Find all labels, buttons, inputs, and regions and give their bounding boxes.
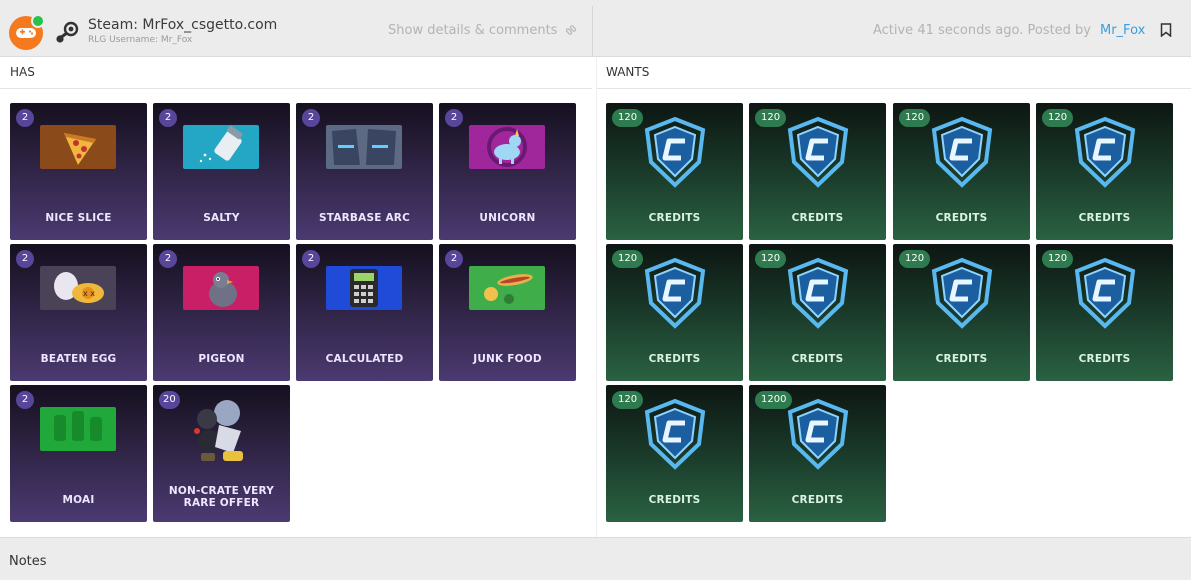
credits-shield-icon bbox=[644, 116, 706, 188]
item-card-credits[interactable]: 120 CREDITS bbox=[749, 103, 886, 240]
item-card-credits[interactable]: 120 CREDITS bbox=[606, 103, 743, 240]
item-card-credits[interactable]: 120 CREDITS bbox=[749, 244, 886, 381]
item-name: JUNK FOOD bbox=[473, 353, 542, 365]
credits-shield-icon bbox=[644, 398, 706, 470]
bookmark-icon[interactable] bbox=[1160, 23, 1172, 37]
wants-heading: WANTS bbox=[596, 59, 1191, 89]
item-name: UNICORN bbox=[479, 212, 536, 224]
item-name: SALTY bbox=[203, 212, 240, 224]
item-name: BEATEN EGG bbox=[40, 353, 117, 365]
item-name: CREDITS bbox=[648, 353, 701, 365]
controller-icon bbox=[16, 28, 36, 38]
credits-shield-icon bbox=[787, 116, 849, 188]
link-icon bbox=[566, 24, 577, 35]
item-name: MOAI bbox=[62, 494, 95, 506]
quantity-badge: 2 bbox=[16, 391, 34, 409]
item-name: CREDITS bbox=[791, 494, 844, 506]
item-card-pigeon[interactable]: 2 PIGEON bbox=[153, 244, 290, 381]
item-bundle-icon bbox=[194, 400, 243, 461]
column-divider bbox=[596, 57, 597, 537]
item-card-calculated[interactable]: 2 CALCULATED bbox=[296, 244, 433, 381]
item-name: CREDITS bbox=[648, 212, 701, 224]
item-name: NICE SLICE bbox=[45, 212, 112, 224]
item-name: NON-CRATE VERY RARE OFFER bbox=[168, 485, 275, 509]
user-avatar[interactable] bbox=[9, 14, 45, 50]
item-name: CREDITS bbox=[1078, 212, 1131, 224]
credits-shield-icon bbox=[787, 398, 849, 470]
item-card-moai[interactable]: 2 MOAI bbox=[10, 385, 147, 522]
quantity-badge: 2 bbox=[16, 109, 34, 127]
calculator-icon bbox=[326, 266, 402, 310]
item-card-credits[interactable]: 120 CREDITS bbox=[893, 244, 1030, 381]
salt-shaker-icon bbox=[183, 125, 259, 169]
pigeon-icon bbox=[183, 266, 259, 310]
item-card-credits[interactable]: 120 CREDITS bbox=[606, 385, 743, 522]
item-card-credits[interactable]: 120 CREDITS bbox=[893, 103, 1030, 240]
quantity-badge: 2 bbox=[445, 109, 463, 127]
item-card-starbase-arc[interactable]: 2 STARBASE ARC bbox=[296, 103, 433, 240]
quantity-badge: 2 bbox=[302, 109, 320, 127]
credits-shield-icon bbox=[644, 257, 706, 329]
item-card-credits[interactable]: 120 CREDITS bbox=[1036, 244, 1173, 381]
item-card-beaten-egg[interactable]: 2 x x BEATEN EGG bbox=[10, 244, 147, 381]
item-card-credits[interactable]: 120 CREDITS bbox=[606, 244, 743, 381]
show-details-link[interactable]: Show details & comments bbox=[388, 23, 577, 38]
quantity-badge: 2 bbox=[16, 250, 34, 268]
quantity-badge: 2 bbox=[302, 250, 320, 268]
unicorn-icon bbox=[469, 125, 545, 169]
moai-icon bbox=[40, 407, 116, 451]
steam-icon bbox=[56, 21, 79, 43]
trade-header: Steam: MrFox_csgetto.com RLG Username: M… bbox=[0, 0, 1191, 57]
beaten-egg-icon: x x bbox=[40, 266, 116, 310]
item-card-junk-food[interactable]: 2 JUNK FOOD bbox=[439, 244, 576, 381]
item-card-non-crate-very-rare-offer[interactable]: 20 NON-CRATE VERY RARE OFFER bbox=[153, 385, 290, 522]
item-name: CREDITS bbox=[1078, 353, 1131, 365]
item-card-credits[interactable]: 120 CREDITS bbox=[1036, 103, 1173, 240]
show-details-label: Show details & comments bbox=[388, 23, 558, 38]
item-name: CALCULATED bbox=[325, 353, 404, 365]
quantity-badge: 20 bbox=[159, 391, 180, 409]
item-name: CREDITS bbox=[791, 353, 844, 365]
item-name: PIGEON bbox=[198, 353, 245, 365]
pizza-slice-icon bbox=[40, 125, 116, 169]
rlg-username: RLG Username: Mr_Fox bbox=[88, 35, 193, 45]
notes-bar[interactable]: Notes bbox=[0, 537, 1191, 580]
quantity-badge: 2 bbox=[445, 250, 463, 268]
item-card-credits[interactable]: 1200 CREDITS bbox=[749, 385, 886, 522]
has-heading: HAS bbox=[0, 59, 592, 89]
credits-shield-icon bbox=[787, 257, 849, 329]
poster-link[interactable]: Mr_Fox bbox=[1100, 23, 1145, 38]
starbase-icon bbox=[326, 125, 402, 169]
svg-text:x x: x x bbox=[83, 289, 95, 298]
item-name: CREDITS bbox=[648, 494, 701, 506]
notes-label: Notes bbox=[9, 554, 47, 569]
activity-status: Active 41 seconds ago. Posted by bbox=[872, 23, 1091, 38]
item-name: CREDITS bbox=[935, 212, 988, 224]
credits-shield-icon bbox=[1074, 116, 1136, 188]
user-title[interactable]: Steam: MrFox_csgetto.com bbox=[88, 17, 277, 33]
item-card-salty[interactable]: 2 SALTY bbox=[153, 103, 290, 240]
credits-shield-icon bbox=[931, 257, 993, 329]
credits-shield-icon bbox=[1074, 257, 1136, 329]
item-name: STARBASE ARC bbox=[319, 212, 410, 224]
header-divider bbox=[592, 6, 593, 57]
online-status-dot bbox=[31, 14, 45, 28]
quantity-badge: 2 bbox=[159, 250, 177, 268]
item-card-nice-slice[interactable]: 2 NICE SLICE bbox=[10, 103, 147, 240]
credits-shield-icon bbox=[931, 116, 993, 188]
quantity-badge: 2 bbox=[159, 109, 177, 127]
item-card-unicorn[interactable]: 2 UNICORN bbox=[439, 103, 576, 240]
item-name: CREDITS bbox=[935, 353, 988, 365]
junk-food-icon bbox=[469, 266, 545, 310]
item-name: CREDITS bbox=[791, 212, 844, 224]
